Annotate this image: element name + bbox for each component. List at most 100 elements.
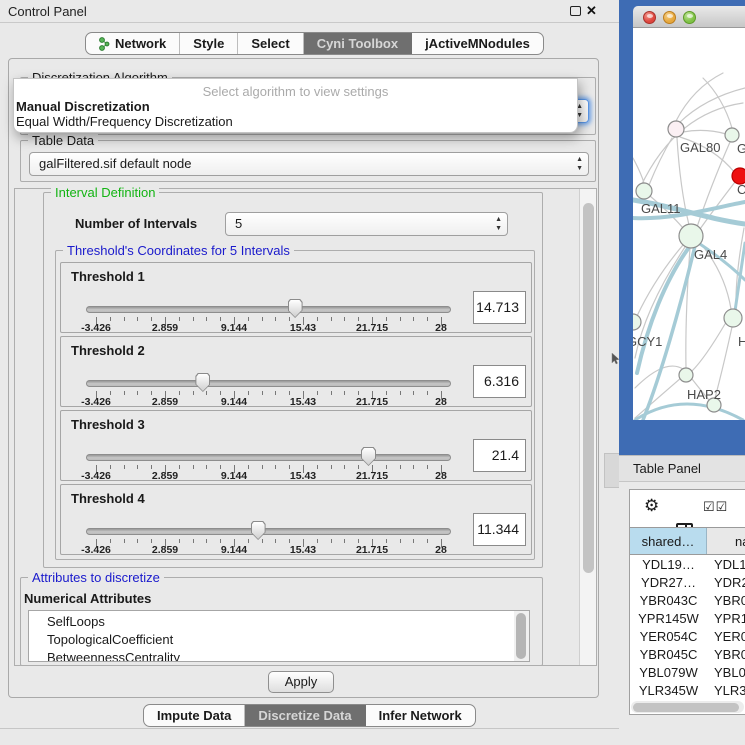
tab-jactivemnodules[interactable]: jActiveMNodules [412, 33, 543, 54]
threshold-value-field[interactable]: 14.713 [473, 291, 526, 324]
threshold-box-1: Threshold 1-3.4262.8599.14415.4321.71528… [60, 262, 532, 333]
network-node[interactable] [725, 128, 739, 142]
apply-button[interactable]: Apply [268, 671, 334, 693]
network-edge[interactable] [649, 138, 672, 185]
dropdown-options: Manual DiscretizationEqual Width/Frequen… [14, 99, 577, 129]
slider-thumb[interactable] [288, 299, 303, 318]
table-cell: YLR3 [707, 682, 745, 700]
attributes-scrollbar-thumb[interactable] [516, 613, 526, 659]
tick-label: 15.43 [290, 470, 316, 482]
table-cell: YER054C [630, 628, 707, 646]
slider-track[interactable] [86, 380, 451, 387]
slider-thumb[interactable] [361, 447, 376, 466]
tab-cyni-toolbox[interactable]: Cyni Toolbox [304, 33, 412, 54]
network-node[interactable] [724, 309, 742, 327]
table-hscrollbar-track[interactable] [631, 701, 744, 713]
checkbox-columns-icon[interactable]: ☑☑ [703, 499, 728, 515]
table-hscrollbar-thumb[interactable] [633, 703, 739, 712]
table-cell: YBR0 [707, 646, 745, 664]
table-row[interactable]: YBL079WYBL0 [630, 664, 745, 682]
tab-impute-data[interactable]: Impute Data [144, 705, 245, 726]
table-panel-header: Table Panel [619, 455, 745, 482]
table-row[interactable]: YBR045CYBR0 [630, 646, 745, 664]
dropdown-option-manual-discretization[interactable]: Manual Discretization [14, 99, 577, 114]
network-node-label-gal80: GAL80 [680, 140, 720, 155]
network-edge[interactable] [676, 73, 723, 121]
network-node[interactable] [679, 224, 703, 248]
tab-infer-network[interactable]: Infer Network [366, 705, 475, 726]
gear-icon[interactable]: ⚙ [644, 496, 659, 516]
table-row[interactable]: YBR043CYBR0 [630, 592, 745, 610]
settings-scrollbar-thumb[interactable] [583, 203, 594, 573]
network-canvas[interactable]: GAL80GACGAL11GAL4GCY1HHAP2 [633, 28, 745, 420]
app-root: Control Panel ✕ NetworkStyleSelectCyni T… [0, 0, 745, 745]
threshold-value-field[interactable]: 11.344 [473, 513, 526, 546]
table-row[interactable]: YDL19…YDL1 [630, 556, 745, 574]
network-edge[interactable] [679, 88, 745, 123]
network-node[interactable] [636, 183, 652, 199]
network-node-label-h: H [738, 334, 745, 349]
table-cell: YBL0 [707, 664, 745, 682]
threshold-label: Threshold 1 [71, 269, 145, 284]
threshold-label: Threshold 3 [71, 417, 145, 432]
attr-item-betweennesscentrality[interactable]: BetweennessCentrality [29, 649, 529, 662]
tab-label: Discretize Data [258, 708, 351, 723]
attr-item-selfloops[interactable]: SelfLoops [29, 613, 529, 631]
tab-select[interactable]: Select [238, 33, 303, 54]
close-light-icon[interactable] [643, 11, 656, 24]
slider-thumb-face [196, 374, 209, 391]
slider-track[interactable] [86, 454, 451, 461]
num-intervals-label: Number of Intervals [75, 216, 197, 231]
table-row[interactable]: YDR27…YDR2 [630, 574, 745, 592]
close-panel-icon[interactable]: ✕ [586, 3, 597, 19]
table-row[interactable]: YPR145WYPR1 [630, 610, 745, 628]
table-cell: YDL1 [707, 556, 745, 574]
tick-label: 2.859 [152, 322, 178, 334]
network-node[interactable] [668, 121, 684, 137]
attributes-scrollbar-track[interactable] [514, 611, 529, 661]
network-edge[interactable] [692, 324, 725, 371]
table-data-combo[interactable]: galFiltered.sif default node ▲▼ [29, 152, 589, 176]
tick-label: 9.144 [221, 322, 247, 334]
threshold-value-field[interactable]: 6.316 [473, 365, 526, 398]
attr-item-topologicalcoefficient[interactable]: TopologicalCoefficient [29, 631, 529, 649]
column-header-shared-[interactable]: shared… [630, 528, 707, 555]
slider-thumb[interactable] [195, 373, 210, 392]
zoom-light-icon[interactable] [683, 11, 696, 24]
minimize-light-icon[interactable] [663, 11, 676, 24]
tick-label: 21.715 [356, 322, 388, 334]
interval-definition-title: Interval Definition [51, 185, 159, 200]
slider-track[interactable] [86, 528, 451, 535]
tab-style[interactable]: Style [180, 33, 238, 54]
table-cell: YER0 [707, 628, 745, 646]
network-node[interactable] [679, 368, 693, 382]
tick-label: -3.426 [81, 396, 111, 408]
network-node[interactable] [633, 314, 641, 330]
table-row[interactable]: YER054CYER0 [630, 628, 745, 646]
num-intervals-value: 5 [235, 216, 242, 231]
network-edge[interactable] [633, 158, 644, 183]
table-row[interactable]: YLR345WYLR3 [630, 682, 745, 700]
attributes-list[interactable]: SelfLoopsTopologicalCoefficientBetweenne… [28, 610, 530, 662]
network-window-titlebar[interactable] [633, 6, 745, 28]
network-node-label-c: C [737, 182, 745, 197]
tab-label: Select [251, 36, 289, 51]
threshold-value-field[interactable]: 21.4 [473, 439, 526, 472]
float-panel-icon[interactable] [570, 6, 581, 16]
panel-splitter[interactable] [604, 453, 620, 488]
slider-thumb[interactable] [251, 521, 266, 540]
num-intervals-combo[interactable]: 5 ▲▼ [225, 212, 508, 236]
network-edge-thick[interactable] [635, 404, 743, 420]
tab-discretize-data[interactable]: Discretize Data [245, 705, 365, 726]
tick-label: 15.43 [290, 322, 316, 334]
network-edge[interactable] [637, 245, 683, 316]
bottom-tab-bar: Impute Data Discretize Data Infer Network [143, 704, 476, 727]
settings-scrollbar-track[interactable] [579, 189, 596, 665]
numerical-attributes-label: Numerical Attributes [24, 591, 151, 606]
titlebar-divider [0, 22, 619, 23]
dropdown-option-equal-width-frequency-discretization[interactable]: Equal Width/Frequency Discretization [14, 114, 577, 129]
column-header-na[interactable]: na [707, 528, 745, 555]
slider-track[interactable] [86, 306, 451, 313]
tab-network[interactable]: Network [86, 33, 180, 54]
network-edge[interactable] [683, 130, 726, 134]
